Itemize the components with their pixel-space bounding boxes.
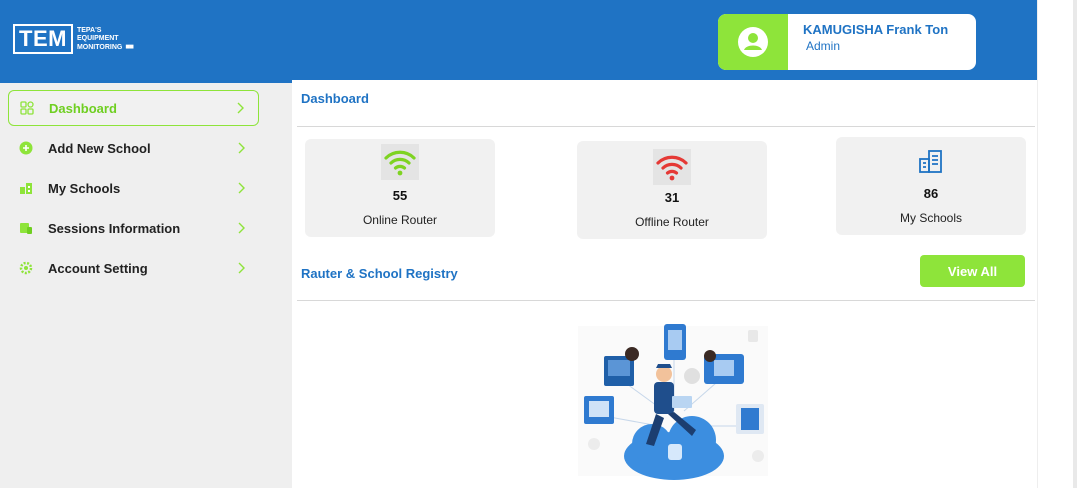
sidebar-item-label: Dashboard [49, 100, 117, 116]
user-avatar-icon [738, 27, 768, 57]
chevron-right-icon [232, 100, 248, 116]
logo-dots-icon: ■■ [125, 41, 134, 51]
schools-blue-icon [918, 148, 944, 179]
user-role: Admin [806, 39, 841, 53]
dashboard-grid-icon [17, 98, 37, 118]
app-logo[interactable]: TEM TEPA'S EQUIPMENT MONITORING ■■ [13, 24, 134, 54]
add-circle-icon [16, 138, 36, 158]
sidebar-item-label: Add New School [48, 140, 151, 156]
stat-label: Online Router [362, 213, 438, 227]
wifi-green-icon [381, 144, 419, 185]
stat-label: Offline Router [635, 215, 709, 229]
sidebar: Dashboard Add New School My Schools Sess… [0, 80, 292, 488]
divider [297, 300, 1035, 301]
view-all-button[interactable]: View All [920, 255, 1025, 287]
chevron-right-icon [233, 180, 249, 196]
stat-value: 31 [664, 190, 680, 205]
sidebar-item-sessions-information[interactable]: Sessions Information [8, 210, 259, 246]
stat-card-offline-router[interactable]: 31 Offline Router [577, 141, 767, 239]
user-name: KAMUGISHA Frank Ton [803, 22, 949, 37]
sidebar-item-my-schools[interactable]: My Schools [8, 170, 259, 206]
sidebar-item-label: My Schools [48, 180, 121, 196]
chevron-right-icon [233, 260, 249, 276]
sidebar-item-add-new-school[interactable]: Add New School [8, 130, 259, 166]
sidebar-item-label: Account Setting [48, 260, 148, 276]
stat-card-my-schools[interactable]: 86 My Schools [836, 137, 1026, 235]
sidebar-item-account-setting[interactable]: Account Setting [8, 250, 259, 286]
chevron-right-icon [233, 220, 249, 236]
main-content: Dashboard 55 Online Router 31 Offline Ro… [292, 80, 1037, 488]
registry-illustration [578, 324, 768, 480]
logo-line-3: MONITORING [76, 43, 123, 51]
settings-gear-icon [16, 258, 36, 278]
app-root: TEM TEPA'S EQUIPMENT MONITORING ■■ KAMUGI… [0, 0, 1080, 488]
scrollbar[interactable] [1073, 0, 1077, 488]
stat-label: My Schools [899, 211, 963, 225]
logo-text: TEPA'S EQUIPMENT MONITORING ■■ [76, 26, 134, 52]
top-header: TEM TEPA'S EQUIPMENT MONITORING ■■ KAMUGI… [0, 0, 1037, 80]
stat-value: 55 [392, 188, 408, 203]
wifi-red-icon [653, 149, 691, 190]
user-profile-card[interactable]: KAMUGISHA Frank Ton Admin [718, 14, 976, 70]
school-building-icon [16, 178, 36, 198]
logo-line-1: TEPA'S [76, 26, 102, 34]
chevron-right-icon [233, 140, 249, 156]
divider [297, 126, 1035, 127]
sidebar-item-dashboard[interactable]: Dashboard [8, 90, 259, 126]
logo-mark: TEM [13, 24, 73, 54]
avatar [718, 14, 788, 70]
page-title: Dashboard [301, 91, 369, 106]
stat-value: 86 [923, 186, 939, 201]
registry-section-title: Rauter & School Registry [301, 266, 458, 281]
logo-line-3-wrap: MONITORING ■■ [76, 41, 134, 52]
sidebar-item-label: Sessions Information [48, 220, 181, 236]
sessions-icon [16, 218, 36, 238]
stat-card-online-router[interactable]: 55 Online Router [305, 139, 495, 237]
